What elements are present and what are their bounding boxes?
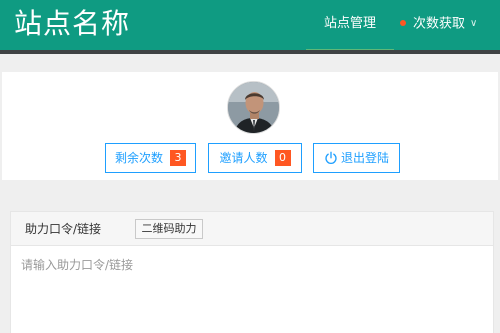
nav-count-fetch-label: 次数获取	[413, 16, 466, 32]
chevron-down-icon: ∨	[470, 18, 478, 29]
command-link-input[interactable]	[11, 247, 493, 333]
site-title: 站点名称	[14, 7, 131, 40]
remaining-count-button[interactable]: 剩余次数 3	[105, 143, 196, 173]
stats-button-row: 剩余次数 3 邀请人数 0 退出登陆	[2, 143, 498, 173]
remaining-count-badge: 3	[170, 149, 186, 166]
nav-site-manage[interactable]: 站点管理	[306, 0, 394, 52]
header-shadow-strip	[0, 50, 500, 54]
notification-dot-icon	[400, 20, 406, 26]
command-panel-title: 助力口令/链接	[25, 222, 102, 236]
logout-button[interactable]: 退出登陆	[313, 143, 400, 173]
remaining-count-label: 剩余次数	[114, 151, 163, 165]
logout-label: 退出登陆	[340, 151, 389, 165]
user-avatar[interactable]	[227, 81, 280, 134]
command-panel-header: 助力口令/链接 二维码助力	[11, 212, 493, 246]
profile-card: 剩余次数 3 邀请人数 0 退出登陆	[2, 72, 498, 180]
invite-count-badge: 0	[274, 149, 291, 166]
nav-count-fetch[interactable]: 次数获取 ∨	[400, 0, 500, 50]
top-header: 站点名称 站点管理 次数获取 ∨	[0, 0, 500, 52]
nav-site-manage-label: 站点管理	[323, 16, 376, 31]
power-icon	[325, 151, 337, 164]
invite-count-button[interactable]: 邀请人数 0	[208, 143, 302, 173]
command-panel: 助力口令/链接 二维码助力	[10, 211, 494, 333]
invite-count-label: 邀请人数	[219, 151, 268, 165]
avatar-photo-icon	[228, 82, 279, 133]
qr-code-assist-button[interactable]: 二维码助力	[135, 219, 203, 239]
